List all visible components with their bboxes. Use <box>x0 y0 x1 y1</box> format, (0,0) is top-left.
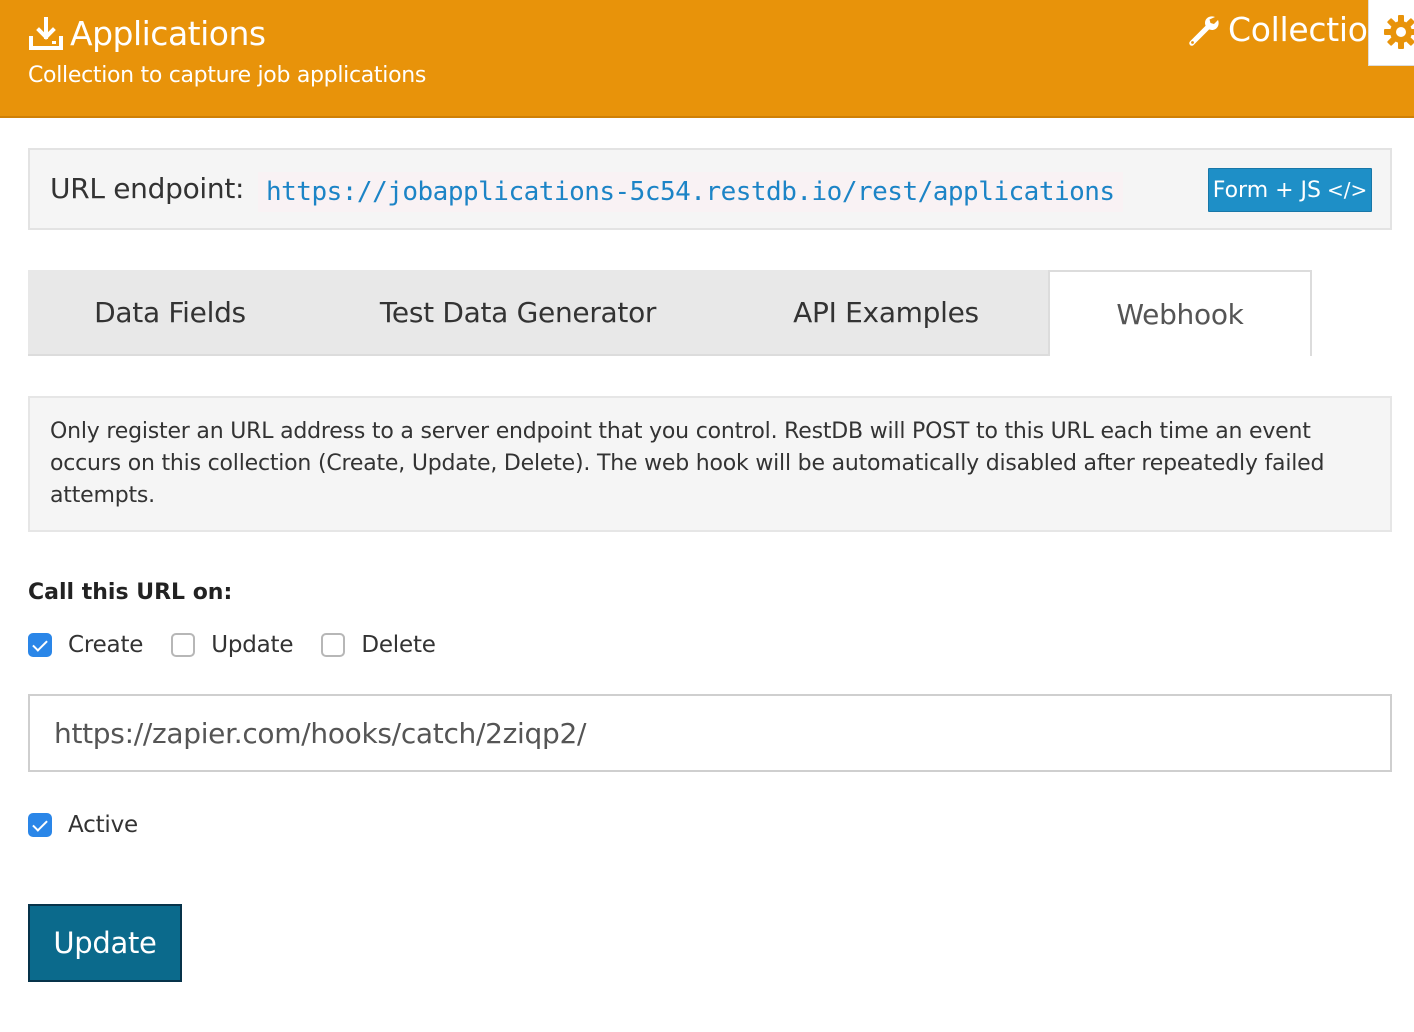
collection-tabs: Data Fields Test Data Generator API Exam… <box>28 270 1392 356</box>
settings-button[interactable] <box>1368 0 1414 66</box>
update-button[interactable]: Update <box>28 904 182 982</box>
tab-test-data-generator[interactable]: Test Data Generator <box>312 270 724 356</box>
form-js-label: Form + JS <box>1212 177 1322 203</box>
create-label: Create <box>68 632 144 658</box>
download-icon <box>29 16 63 50</box>
active-label: Active <box>68 812 138 838</box>
gear-icon <box>1384 15 1414 49</box>
delete-label: Delete <box>361 632 436 658</box>
form-js-button[interactable]: Form + JS </> <box>1208 168 1372 212</box>
wrench-icon <box>1189 15 1219 46</box>
delete-checkbox-item[interactable]: Delete <box>321 632 436 658</box>
active-checkbox-row: Active <box>28 808 166 842</box>
tab-webhook[interactable]: Webhook <box>1048 270 1312 356</box>
collection-header: Applications Collection to capture job a… <box>0 0 1414 118</box>
event-checkboxes: Create Update Delete <box>28 628 464 662</box>
webhook-info-message: Only register an URL address to a server… <box>28 396 1392 532</box>
delete-checkbox[interactable] <box>321 633 346 657</box>
call-url-label: Call this URL on: <box>28 580 233 605</box>
update-checkbox[interactable] <box>171 633 196 657</box>
page-title: Applications <box>70 14 266 53</box>
tab-data-fields[interactable]: Data Fields <box>28 270 312 356</box>
tab-api-examples[interactable]: API Examples <box>724 270 1048 356</box>
update-label: Update <box>211 632 294 658</box>
page-subtitle: Collection to capture job applications <box>28 63 427 88</box>
collection-settings-link[interactable]: Collection <box>1186 10 1368 49</box>
url-endpoint-box: URL endpoint: https://jobapplications-5c… <box>28 148 1392 230</box>
update-checkbox-item[interactable]: Update <box>171 632 294 658</box>
code-icon: </> <box>1327 178 1368 202</box>
active-checkbox-item[interactable]: Active <box>28 812 138 838</box>
url-endpoint-value[interactable]: https://jobapplications-5c54.restdb.io/r… <box>258 172 1123 212</box>
create-checkbox[interactable] <box>28 633 52 657</box>
active-checkbox[interactable] <box>28 813 52 837</box>
create-checkbox-item[interactable]: Create <box>28 632 143 658</box>
header-title-row: Applications <box>28 14 266 53</box>
url-endpoint-label: URL endpoint: <box>50 172 245 205</box>
collection-label: Collection <box>1228 10 1368 49</box>
webhook-url-input[interactable] <box>28 694 1392 772</box>
